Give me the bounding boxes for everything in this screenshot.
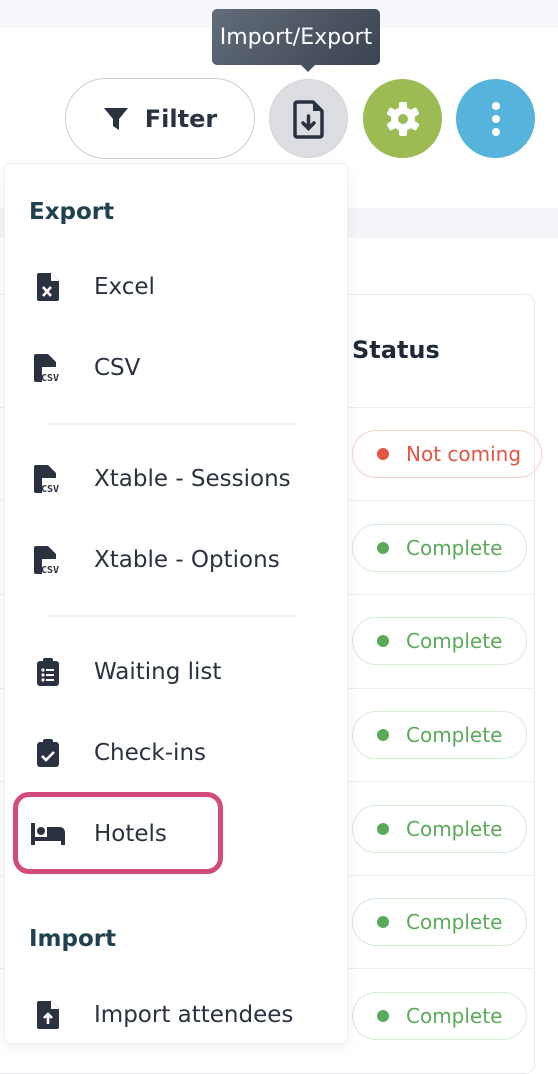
- file-excel-icon: [37, 273, 59, 301]
- status-badge: Complete: [352, 711, 527, 759]
- svg-text:CSV: CSV: [41, 373, 59, 382]
- status-dot: [377, 542, 389, 554]
- filter-button[interactable]: Filter: [65, 78, 255, 159]
- menu-item-xtable-options[interactable]: CSV Xtable - Options: [30, 540, 280, 580]
- import-export-tooltip: Import/Export: [212, 9, 380, 72]
- menu-item-check-ins[interactable]: Check-ins: [30, 733, 206, 773]
- import-export-button[interactable]: [269, 79, 348, 158]
- status-badge: Complete: [352, 898, 527, 946]
- file-csv-icon: CSV: [34, 465, 59, 493]
- svg-text:CSV: CSV: [41, 484, 59, 493]
- status-dot: [377, 916, 389, 928]
- more-vertical-icon: [491, 101, 500, 136]
- status-badge: Complete: [352, 524, 527, 572]
- menu-item-csv[interactable]: CSV CSV: [30, 348, 140, 388]
- clipboard-list-icon: [37, 658, 59, 686]
- file-upload-icon: [37, 1001, 59, 1029]
- status-dot: [377, 635, 389, 647]
- status-dot: [377, 1010, 389, 1022]
- status-dot: [377, 729, 389, 741]
- bed-icon: [31, 823, 65, 845]
- status-dot: [377, 823, 389, 835]
- file-csv-icon: CSV: [34, 546, 59, 574]
- status-badge: Not coming: [352, 430, 542, 478]
- import-heading: Import: [29, 926, 117, 952]
- menu-divider: [46, 423, 298, 425]
- status-dot: [377, 448, 389, 460]
- status-badge: Complete: [352, 992, 527, 1040]
- more-options-button[interactable]: [456, 79, 535, 158]
- gear-icon: [386, 101, 419, 136]
- filter-icon: [103, 107, 128, 130]
- clipboard-check-icon: [37, 739, 59, 767]
- file-download-icon: [292, 99, 324, 139]
- status-badge: Complete: [352, 805, 527, 853]
- settings-button[interactable]: [363, 79, 442, 158]
- menu-item-xtable-sessions[interactable]: CSV Xtable - Sessions: [30, 459, 291, 499]
- menu-item-hotels[interactable]: Hotels: [30, 814, 167, 854]
- menu-divider: [46, 615, 298, 617]
- export-heading: Export: [29, 199, 115, 225]
- file-csv-icon: CSV: [34, 354, 59, 382]
- status-badge: Complete: [352, 617, 527, 665]
- status-column-header[interactable]: Status: [352, 336, 440, 364]
- menu-item-excel[interactable]: Excel: [30, 267, 155, 307]
- menu-item-waiting-list[interactable]: Waiting list: [30, 652, 221, 692]
- svg-text:CSV: CSV: [41, 565, 59, 574]
- menu-item-import-attendees[interactable]: Import attendees: [30, 995, 293, 1035]
